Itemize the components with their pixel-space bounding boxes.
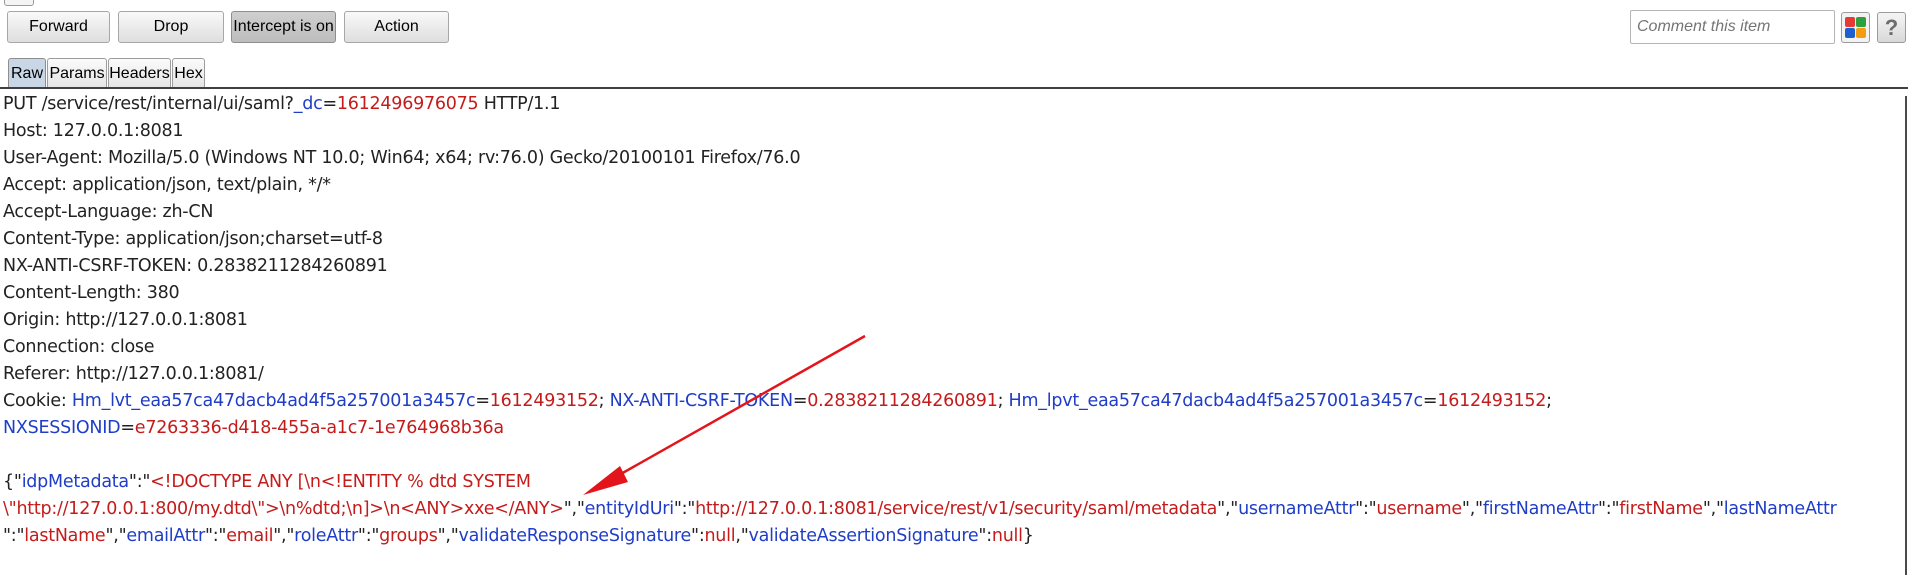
- body-line: \"http://127.0.0.1:800/my.dtd\">\n%dtd;\…: [3, 499, 1837, 519]
- request-line: PUT /service/rest/internal/ui/saml?_dc=1…: [3, 94, 561, 114]
- header-line: NX-ANTI-CSRF-TOKEN: 0.2838211284260891: [3, 256, 388, 276]
- drop-button[interactable]: Drop: [118, 11, 224, 43]
- highlight-blue-swatch: [1845, 28, 1855, 38]
- header-line: Connection: close: [3, 337, 155, 357]
- help-icon[interactable]: ?: [1877, 12, 1906, 43]
- tab-hex[interactable]: Hex: [172, 58, 205, 88]
- header-line: Referer: http://127.0.0.1:8081/: [3, 364, 264, 384]
- action-button[interactable]: Action: [344, 11, 449, 43]
- raw-request-editor[interactable]: PUT /service/rest/internal/ui/saml?_dc=1…: [0, 91, 1908, 575]
- tab-params[interactable]: Params: [47, 58, 107, 88]
- editor-scrollbar[interactable]: [1905, 96, 1907, 575]
- body-line: ":"lastName","emailAttr":"email","roleAt…: [3, 526, 1034, 546]
- highlight-color-button[interactable]: [1841, 12, 1870, 43]
- collapsed-panel-handle[interactable]: [4, 0, 34, 6]
- header-line: Origin: http://127.0.0.1:8081: [3, 310, 248, 330]
- forward-button[interactable]: Forward: [7, 11, 110, 43]
- intercept-toolbar: Forward Drop Intercept is on Action ?: [0, 0, 1908, 44]
- tab-raw[interactable]: Raw: [8, 58, 46, 88]
- header-line: Accept-Language: zh-CN: [3, 202, 214, 222]
- header-line: Content-Type: application/json;charset=u…: [3, 229, 383, 249]
- highlight-orange-swatch: [1856, 28, 1866, 38]
- header-line: User-Agent: Mozilla/5.0 (Windows NT 10.0…: [3, 148, 801, 168]
- intercept-toggle-button[interactable]: Intercept is on: [231, 11, 336, 43]
- message-view-tabs: Raw Params Headers Hex: [0, 56, 1908, 88]
- tab-headers[interactable]: Headers: [108, 58, 171, 88]
- cookie-header-line: Cookie: Hm_lvt_eaa57ca47dacb4ad4f5a25700…: [3, 391, 1552, 411]
- comment-input[interactable]: [1630, 10, 1835, 44]
- tabs-divider: [0, 87, 1908, 89]
- highlight-green-swatch: [1856, 17, 1866, 27]
- highlight-red-swatch: [1845, 17, 1855, 27]
- header-line: Content-Length: 380: [3, 283, 180, 303]
- body-line: {"idpMetadata":"<!DOCTYPE ANY [\n<!ENTIT…: [3, 472, 531, 492]
- cookie-continuation-line: NXSESSIONID=e7263336-d418-455a-a1c7-1e76…: [3, 418, 504, 438]
- header-line: Accept: application/json, text/plain, */…: [3, 175, 331, 195]
- header-line: Host: 127.0.0.1:8081: [3, 121, 184, 141]
